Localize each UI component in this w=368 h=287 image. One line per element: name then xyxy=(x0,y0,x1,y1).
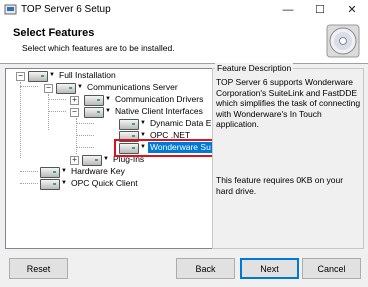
tree-item-label: Hardware Key xyxy=(71,166,125,176)
dropdown-arrow-icon[interactable]: ▼ xyxy=(77,84,83,90)
tree-item-label: Communication Drivers xyxy=(115,94,204,104)
feature-tree[interactable]: − ▼ Full Installation − ▼ Communications… xyxy=(5,68,213,249)
feature-description-legend: Feature Description xyxy=(215,63,294,73)
dropdown-arrow-icon[interactable]: ▼ xyxy=(140,132,146,138)
disk-requirement-text: This feature requires 0KB on your hard d… xyxy=(216,175,344,196)
expand-toggle-icon[interactable]: + xyxy=(70,96,79,105)
tree-item-label: Full Installation xyxy=(59,70,116,80)
dropdown-arrow-icon[interactable]: ▼ xyxy=(49,72,55,78)
dropdown-arrow-icon[interactable]: ▼ xyxy=(105,108,111,114)
header-panel: Select Features Select which features ar… xyxy=(0,20,368,64)
app-icon xyxy=(4,4,17,15)
dropdown-arrow-icon[interactable]: ▼ xyxy=(61,180,67,186)
next-button[interactable]: Next xyxy=(240,258,299,279)
drive-icon xyxy=(40,179,60,190)
dropdown-arrow-icon[interactable]: ▼ xyxy=(105,96,111,102)
minimize-button[interactable]: — xyxy=(272,0,304,20)
tree-item-label: Native Client Interfaces xyxy=(115,106,203,116)
drive-icon xyxy=(119,119,139,130)
collapse-toggle-icon[interactable]: − xyxy=(70,108,79,117)
drive-icon xyxy=(40,167,60,178)
collapse-toggle-icon[interactable]: − xyxy=(44,84,53,93)
drive-icon xyxy=(56,83,76,94)
page-subtitle: Select which features are to be installe… xyxy=(22,43,175,53)
expand-toggle-icon[interactable]: + xyxy=(70,156,79,165)
dropdown-arrow-icon[interactable]: ▼ xyxy=(140,120,146,126)
reset-button[interactable]: Reset xyxy=(9,258,68,279)
drive-icon xyxy=(82,155,102,166)
drive-icon xyxy=(84,95,104,106)
tree-item-label: Dynamic Data E xyxy=(150,118,212,128)
dropdown-arrow-icon[interactable]: ▼ xyxy=(61,168,67,174)
collapse-toggle-icon[interactable]: − xyxy=(16,72,25,81)
cancel-button[interactable]: Cancel xyxy=(302,258,361,279)
window-title: TOP Server 6 Setup xyxy=(21,4,111,15)
title-bar: TOP Server 6 Setup — ☐ ✕ xyxy=(0,0,368,20)
back-button[interactable]: Back xyxy=(176,258,235,279)
tree-item-label: Communications Server xyxy=(87,82,178,92)
cd-disc-icon xyxy=(326,24,360,58)
feature-description-text: TOP Server 6 supports Wonderware Corpora… xyxy=(216,77,361,129)
drive-icon xyxy=(84,107,104,118)
drive-icon xyxy=(28,71,48,82)
tree-item-label: OPC Quick Client xyxy=(71,178,138,188)
page-title: Select Features xyxy=(13,27,95,39)
highlight-box xyxy=(114,139,212,157)
dropdown-arrow-icon[interactable]: ▼ xyxy=(103,156,109,162)
maximize-button[interactable]: ☐ xyxy=(304,0,336,20)
close-button[interactable]: ✕ xyxy=(336,0,368,20)
